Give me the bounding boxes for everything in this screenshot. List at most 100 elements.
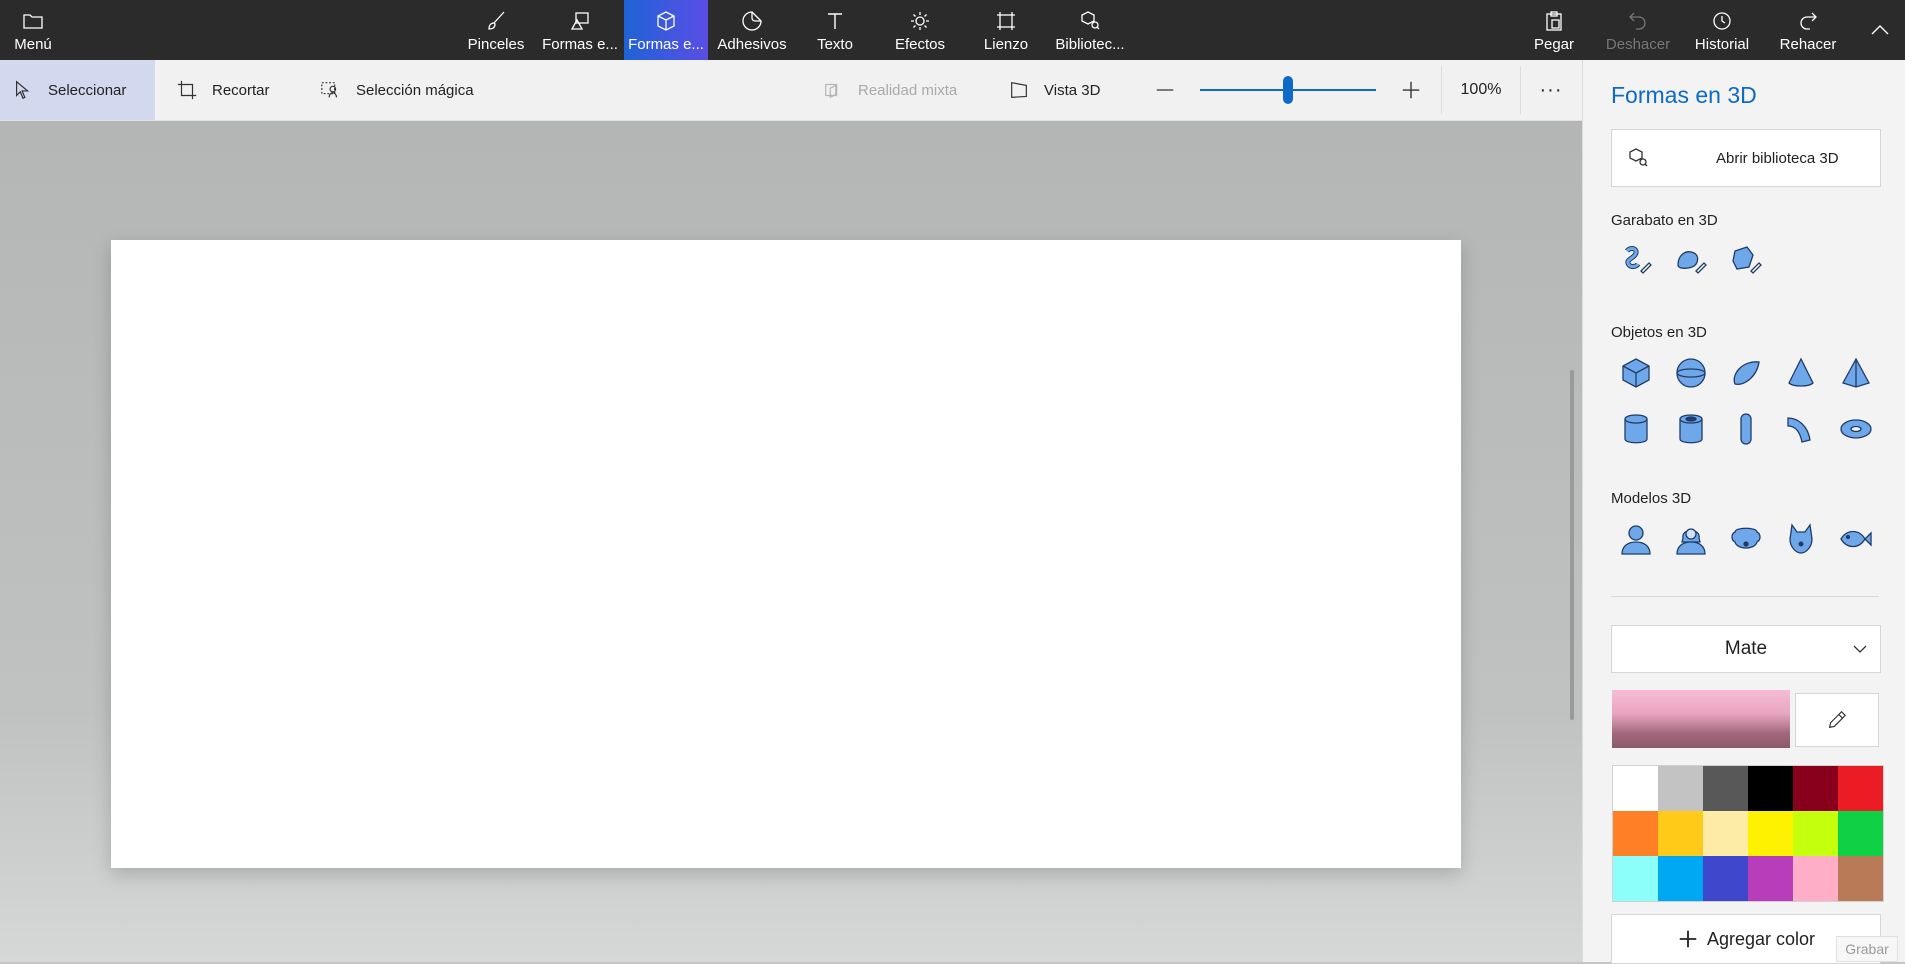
zoom-slider-track (1200, 76, 1376, 104)
chevron-up-icon (1871, 25, 1889, 35)
color-swatch[interactable] (1793, 811, 1838, 856)
2d-shapes-icon (570, 12, 589, 30)
history-button[interactable]: Historial (1688, 0, 1756, 60)
fish-model-icon[interactable] (1839, 522, 1873, 556)
paste-icon (1546, 11, 1562, 31)
color-swatch[interactable] (1658, 766, 1703, 811)
cylinder-icon[interactable] (1619, 412, 1653, 446)
paste-button[interactable]: Pegar (1522, 0, 1586, 60)
cat-model-icon[interactable] (1784, 522, 1818, 556)
3d-models (1619, 522, 1894, 556)
open-3d-library-button[interactable]: Abrir biblioteca 3D (1611, 129, 1881, 187)
color-swatch[interactable] (1838, 766, 1883, 811)
tab-label: Texto (817, 36, 853, 53)
cube-icon[interactable] (1619, 356, 1653, 390)
plus-icon (1679, 930, 1697, 948)
color-swatch[interactable] (1613, 811, 1658, 856)
pyramid-icon[interactable] (1839, 356, 1873, 390)
action-label: Rehacer (1779, 36, 1837, 53)
tab-effects[interactable]: Efectos (882, 0, 958, 60)
objects-section-label: Objetos en 3D (1611, 324, 1707, 341)
woman-model-icon[interactable] (1674, 522, 1708, 556)
tab-3d-library[interactable]: Bibliotec... (1050, 0, 1130, 60)
curved-tube-icon[interactable] (1784, 412, 1818, 446)
mixed-reality-button[interactable]: Realidad mixta (822, 60, 972, 120)
select-tool[interactable]: Seleccionar (0, 60, 155, 120)
crop-tool[interactable]: Recortar (176, 60, 296, 120)
color-swatch[interactable] (1838, 811, 1883, 856)
magic-select-icon (321, 82, 338, 98)
crop-icon (177, 80, 197, 100)
color-swatch[interactable] (1703, 811, 1748, 856)
eyedropper-button[interactable] (1795, 693, 1879, 747)
magic-select-tool[interactable]: Selección mágica (320, 60, 490, 120)
material-dropdown[interactable]: Mate (1611, 625, 1881, 673)
drawing-canvas[interactable] (111, 240, 1461, 868)
eyedropper-icon (1828, 710, 1847, 729)
tab-2d-shapes[interactable]: Formas e... (538, 0, 622, 60)
collapse-button[interactable] (1862, 0, 1898, 60)
tab-label: Efectos (894, 36, 946, 53)
color-swatch[interactable] (1613, 856, 1658, 901)
tube-doodle-icon[interactable] (1619, 243, 1653, 277)
color-swatch[interactable] (1838, 856, 1883, 901)
zoom-in-button[interactable] (1398, 60, 1424, 120)
color-swatch[interactable] (1748, 856, 1793, 901)
folder-icon (23, 14, 43, 29)
undo-icon (1629, 12, 1646, 30)
minus-icon (1156, 89, 1174, 91)
color-swatch[interactable] (1658, 811, 1703, 856)
soft-edge-doodle-icon[interactable] (1674, 243, 1708, 277)
zoom-slider[interactable] (1200, 60, 1376, 120)
menu-label: Menú (14, 36, 52, 53)
tube-icon[interactable] (1674, 412, 1708, 446)
color-swatch[interactable] (1793, 856, 1838, 901)
record-label: Grabar (1845, 941, 1889, 957)
record-button[interactable]: Grabar (1836, 936, 1898, 962)
sticker-icon (742, 11, 762, 31)
view-3d-button[interactable]: Vista 3D (1008, 60, 1118, 120)
brush-icon (488, 11, 505, 30)
tab-canvas[interactable]: Lienzo (970, 0, 1042, 60)
color-swatch[interactable] (1748, 811, 1793, 856)
undo-button[interactable]: Deshacer (1598, 0, 1678, 60)
magic-select-label: Selección mágica (356, 81, 474, 99)
more-options-button[interactable]: ··· (1536, 60, 1566, 120)
dog-model-icon[interactable] (1729, 522, 1763, 556)
tab-text[interactable]: Texto (800, 0, 870, 60)
redo-button[interactable]: Rehacer (1774, 0, 1842, 60)
color-swatch[interactable] (1658, 856, 1703, 901)
workspace (0, 121, 1582, 962)
tab-brushes[interactable]: Pinceles (464, 0, 528, 60)
tab-label: Lienzo (983, 36, 1029, 53)
3d-library-icon (1629, 148, 1648, 167)
zoom-separator-right (1520, 66, 1521, 114)
zoom-out-button[interactable] (1152, 60, 1178, 120)
sharp-edge-doodle-icon[interactable] (1729, 243, 1763, 277)
menu-button[interactable]: Menú (0, 0, 66, 60)
tab-label: Pinceles (467, 36, 525, 53)
tab-3d-shapes[interactable]: Formas e... (624, 0, 708, 60)
tab-stickers[interactable]: Adhesivos (710, 0, 794, 60)
man-model-icon[interactable] (1619, 522, 1653, 556)
color-swatch[interactable] (1613, 766, 1658, 811)
crop-label: Recortar (212, 81, 270, 99)
redo-icon (1800, 12, 1817, 30)
hemisphere-icon[interactable] (1729, 356, 1763, 390)
donut-icon[interactable] (1839, 412, 1873, 446)
zoom-slider-thumb[interactable] (1283, 76, 1293, 104)
cone-icon[interactable] (1784, 356, 1818, 390)
color-swatch[interactable] (1748, 766, 1793, 811)
zoom-level[interactable]: 100% (1442, 60, 1520, 120)
tab-label: Adhesivos (717, 36, 787, 53)
color-swatch[interactable] (1703, 856, 1748, 901)
panel-title: Formas en 3D (1611, 82, 1757, 108)
current-color-swatch[interactable] (1612, 690, 1790, 748)
color-swatch[interactable] (1793, 766, 1838, 811)
tab-label: Formas e... (542, 36, 618, 53)
zoom-value: 100% (1460, 81, 1502, 98)
capsule-icon[interactable] (1729, 412, 1763, 446)
sphere-icon[interactable] (1674, 356, 1708, 390)
color-swatch[interactable] (1703, 766, 1748, 811)
vertical-scrollbar[interactable] (1570, 370, 1574, 720)
